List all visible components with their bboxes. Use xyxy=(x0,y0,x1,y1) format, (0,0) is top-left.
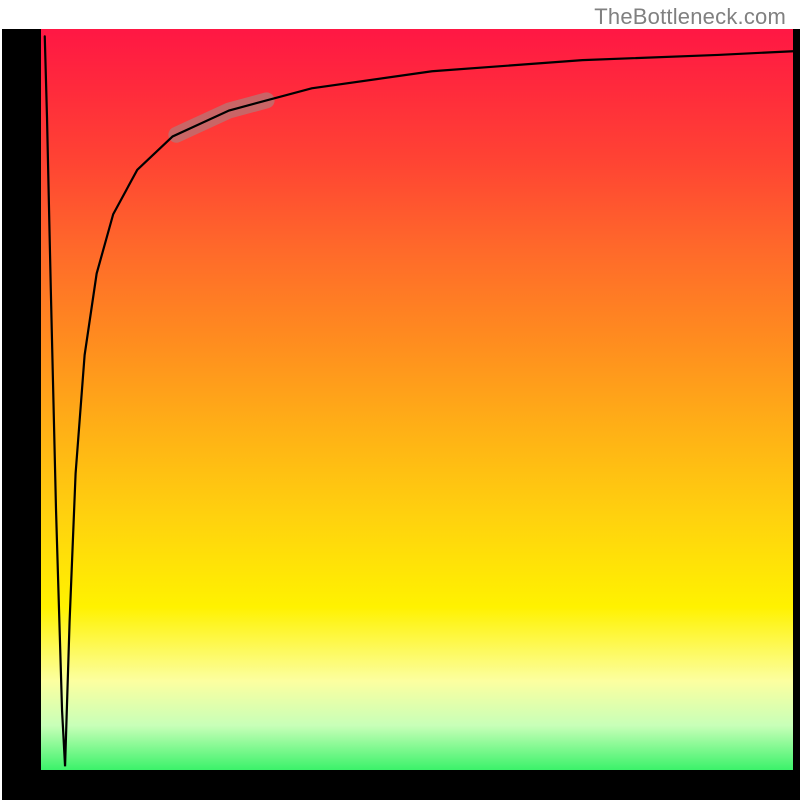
plot-gradient-area xyxy=(41,29,793,770)
axis-bar-left xyxy=(2,29,41,770)
chart-frame xyxy=(0,0,800,800)
axis-bar-right xyxy=(793,29,800,770)
axis-bar-bottom xyxy=(2,770,800,800)
watermark-text: TheBottleneck.com xyxy=(594,4,786,30)
